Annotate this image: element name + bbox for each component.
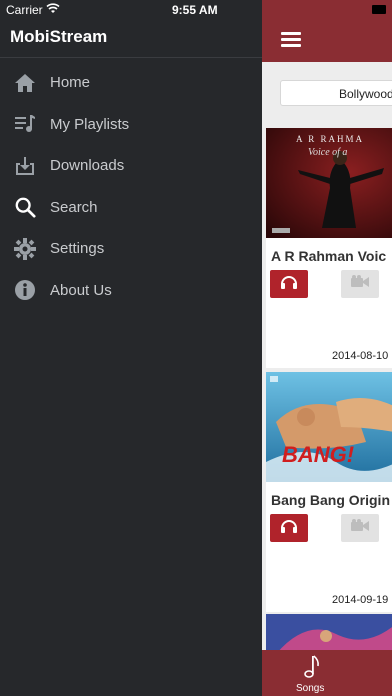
app-title: MobiStream — [10, 27, 108, 46]
carrier-label: Carrier — [6, 3, 43, 17]
gear-icon — [14, 237, 36, 260]
music-note-icon — [303, 654, 321, 680]
menu-label-downloads: Downloads — [50, 157, 125, 175]
album-card[interactable]: BANG! Bang Bang Origin 2014-09-19 — [266, 372, 392, 612]
svg-text:Voice of a: Voice of a — [308, 147, 347, 158]
drawer-divider — [0, 57, 262, 58]
release-date: 2014-08-10 — [332, 350, 389, 362]
menu-label-settings: Settings — [50, 240, 105, 258]
svg-text:BANG!: BANG! — [282, 442, 354, 467]
menu-label-home: Home — [50, 74, 91, 92]
album-title: A R Rahman Voic — [271, 248, 387, 264]
status-bar: Carrier 9:55 AM — [0, 0, 392, 20]
menu-icon[interactable] — [281, 32, 301, 48]
album-title: Bang Bang Origin — [271, 492, 390, 508]
playlist-icon — [14, 113, 36, 135]
album-art: BANG! — [266, 372, 392, 482]
play-video-button[interactable] — [341, 514, 379, 542]
menu-item-home[interactable]: Home — [0, 62, 262, 104]
menu-item-search[interactable]: Search — [0, 187, 262, 229]
album-card[interactable]: A R RAHMA Voice of a A R Rahman Voic 201… — [266, 128, 392, 368]
tab-songs-label: Songs — [296, 683, 325, 694]
album-art — [266, 614, 392, 654]
info-icon — [14, 279, 36, 301]
category-label: Bollywood — [339, 87, 392, 101]
release-date: 2014-09-19 — [332, 594, 389, 606]
svg-text:A R RAHMA: A R RAHMA — [296, 134, 364, 144]
play-audio-button[interactable] — [270, 270, 308, 298]
menu-item-settings[interactable]: Settings — [0, 228, 262, 270]
menu-item-downloads[interactable]: Downloads — [0, 145, 262, 187]
wifi-icon — [46, 3, 60, 17]
menu-item-playlists[interactable]: My Playlists — [0, 104, 262, 146]
headphones-icon — [280, 518, 298, 539]
bottom-tab-bar: Songs — [262, 650, 392, 696]
download-icon — [14, 155, 36, 177]
status-time: 9:55 AM — [172, 3, 218, 17]
play-audio-button[interactable] — [270, 514, 308, 542]
side-drawer: MobiStream Home My Playlists Downloads S… — [0, 0, 262, 696]
album-art: A R RAHMA Voice of a — [266, 128, 392, 238]
video-camera-icon — [350, 274, 370, 294]
home-icon — [14, 72, 36, 94]
menu-label-about: About Us — [50, 281, 112, 299]
video-camera-icon — [350, 518, 370, 538]
menu-label-playlists: My Playlists — [50, 115, 130, 133]
search-icon — [14, 196, 36, 218]
drawer-menu: Home My Playlists Downloads Search Setti… — [0, 62, 262, 311]
play-video-button[interactable] — [341, 270, 379, 298]
main-content: Bollywood A R RAHMA Voice of a A R Rahma… — [262, 0, 392, 696]
category-selector[interactable]: Bollywood — [280, 80, 392, 106]
headphones-icon — [280, 274, 298, 295]
menu-item-about[interactable]: About Us — [0, 270, 262, 312]
battery-icon — [372, 5, 386, 14]
menu-label-search: Search — [50, 198, 98, 216]
